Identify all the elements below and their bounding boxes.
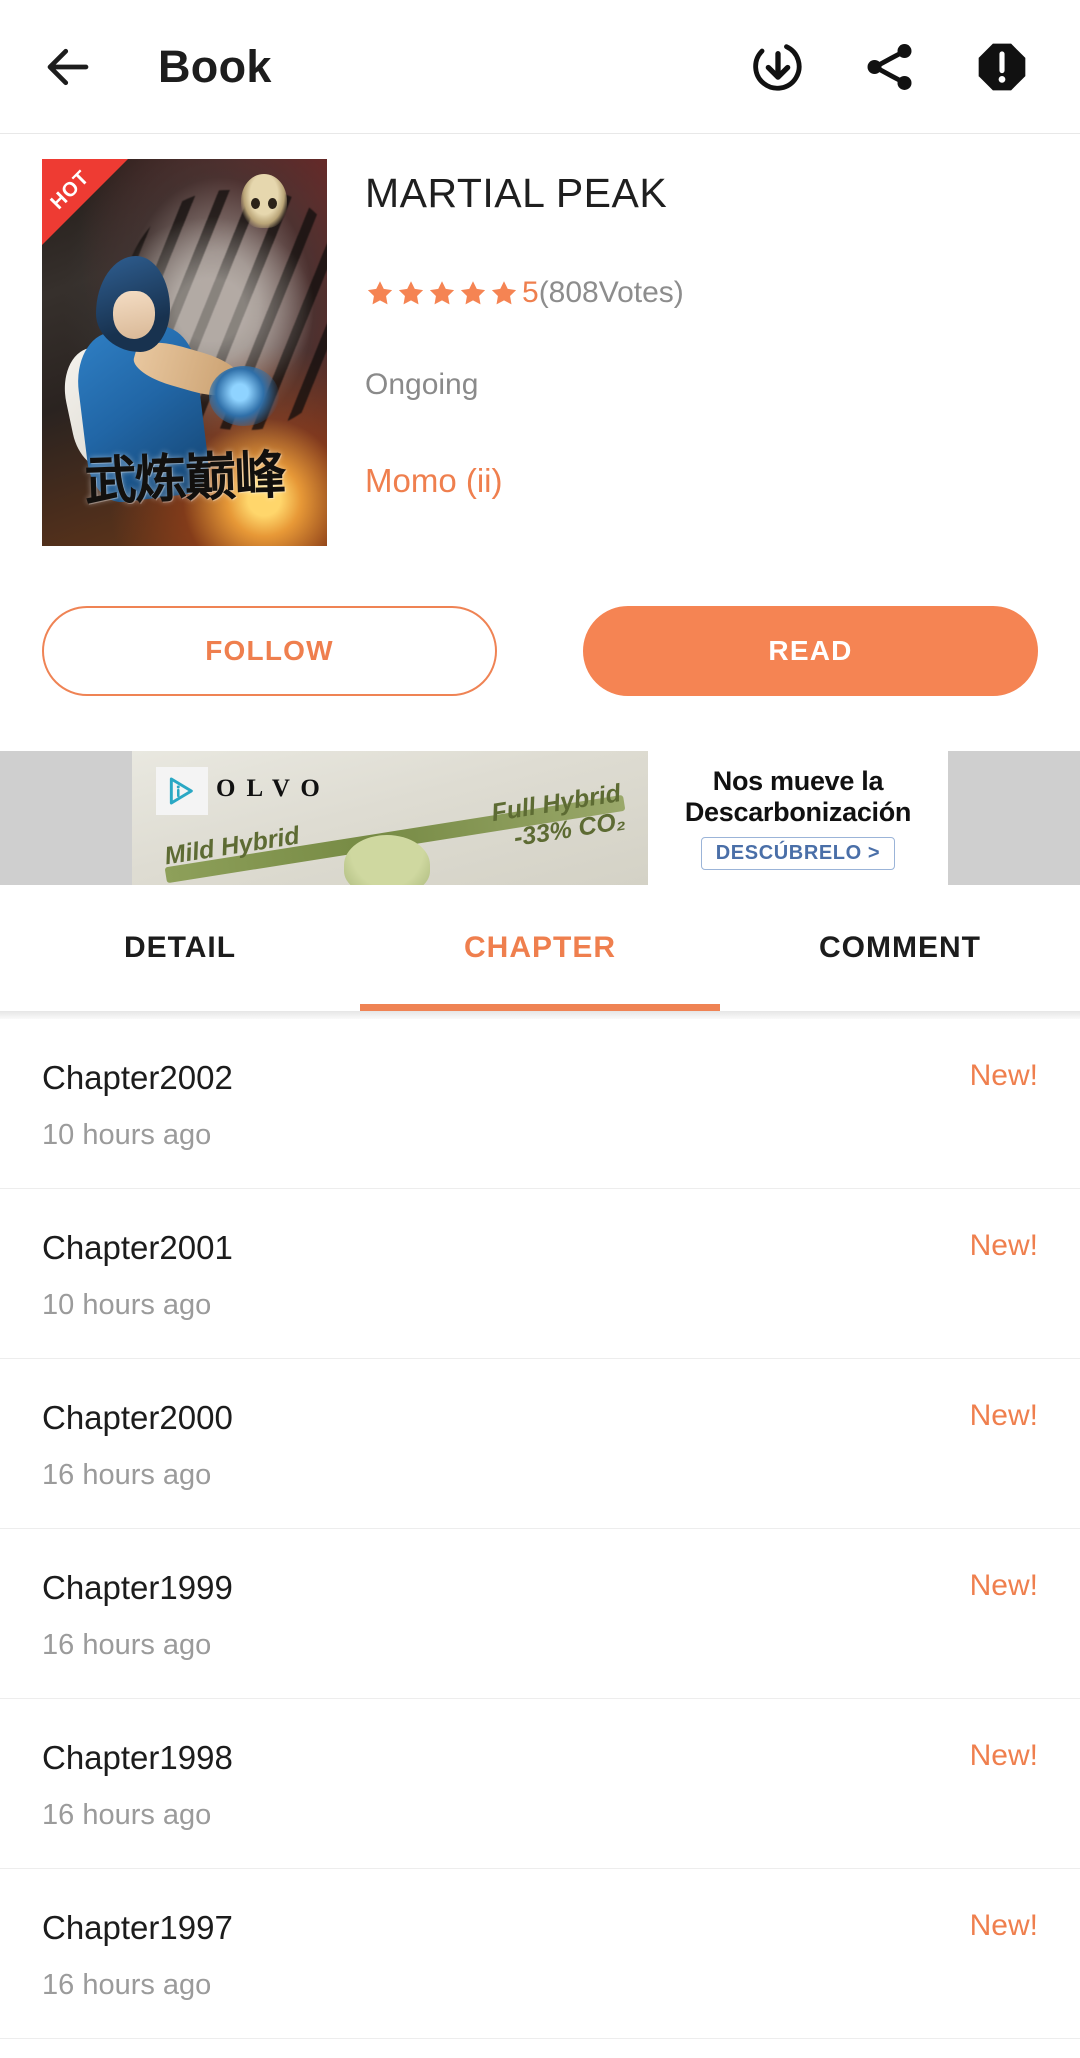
chapter-time: 10 hours ago [42, 1119, 212, 1151]
chapter-time: 16 hours ago [42, 1459, 212, 1491]
tab-detail[interactable]: DETAIL [0, 885, 360, 1011]
share-button[interactable] [860, 37, 920, 97]
chapter-header-row: Chapter2000 New! [42, 1399, 1038, 1437]
download-button[interactable] [748, 37, 808, 97]
share-icon [867, 43, 912, 90]
chapter-name: Chapter2000 [42, 1399, 233, 1436]
table-row[interactable]: Chapter1998 New! 16 hours ago [0, 1699, 1080, 1869]
status-badge: New! [969, 1229, 1038, 1262]
ad-label-full: Full Hybrid -33% CO₂ [490, 779, 628, 855]
adchoices-glyph [169, 777, 193, 805]
back-arrow-icon [47, 48, 89, 85]
ad-banner[interactable]: OLVO Mild Hybrid Full Hybrid -33% CO₂ No… [0, 751, 1080, 885]
star-icon [367, 281, 393, 305]
download-icon [753, 43, 802, 91]
rating-score: 5 [522, 276, 539, 309]
table-row[interactable]: Chapter1997 New! 16 hours ago [0, 1869, 1080, 2039]
chapter-time: 16 hours ago [42, 1799, 212, 1831]
report-button[interactable] [972, 37, 1032, 97]
adchoices-icon[interactable] [156, 767, 208, 815]
book-cover[interactable]: 武炼巅峰 HOT [42, 159, 327, 546]
status-badge: New! [969, 1399, 1038, 1432]
back-button[interactable] [20, 19, 116, 115]
ad-left-filler [0, 751, 132, 885]
chapter-list: Chapter2002 New! 10 hours ago Chapter200… [0, 1019, 1080, 2039]
status-badge: New! [969, 1569, 1038, 1602]
ad-right-filler [948, 751, 1080, 885]
chapter-time: 16 hours ago [42, 1969, 212, 2001]
ad-brand-name: OLVO [216, 775, 331, 802]
cover-energy-orb [208, 366, 279, 427]
tab-comment[interactable]: COMMENT [720, 885, 1080, 1011]
page-title: Book [158, 40, 272, 92]
chapter-name: Chapter2001 [42, 1229, 233, 1266]
chapter-name: Chapter1998 [42, 1739, 233, 1776]
rating-row: 5 (808Votes) [365, 276, 1080, 310]
status-badge: New! [969, 1739, 1038, 1772]
author-link[interactable]: Momo (ii) [365, 462, 1080, 500]
ad-content: OLVO Mild Hybrid Full Hybrid -33% CO₂ No… [132, 751, 948, 885]
table-row[interactable]: Chapter2000 New! 16 hours ago [0, 1359, 1080, 1529]
chapter-time: 10 hours ago [42, 1289, 212, 1321]
book-info-section: 武炼巅峰 HOT MARTIAL PEAK 5 (808Votes) Ongoi… [0, 134, 1080, 546]
table-row[interactable]: Chapter1999 New! 16 hours ago [0, 1529, 1080, 1699]
chapter-header-row: Chapter2001 New! [42, 1229, 1038, 1267]
ad-headline-line1: Nos mueve la [712, 766, 884, 797]
header-actions [748, 37, 1032, 97]
read-button[interactable]: READ [583, 606, 1038, 696]
ad-seesaw-fulcrum [343, 835, 430, 885]
ad-image: OLVO Mild Hybrid Full Hybrid -33% CO₂ [132, 751, 648, 885]
status-badge: New! [969, 1059, 1038, 1092]
ad-headline: Nos mueve la Descarbonización [684, 766, 912, 827]
action-buttons: FOLLOW READ [0, 546, 1080, 696]
cover-hero-face [113, 290, 156, 339]
chapter-name: Chapter1999 [42, 1569, 233, 1606]
tab-chapter[interactable]: CHAPTER [360, 885, 720, 1011]
book-detail-screen: Book 武炼巅峰 HOT MARTIAL PEAK 5 (808Votes) … [0, 0, 1080, 2058]
chapter-header-row: Chapter2002 New! [42, 1059, 1038, 1097]
star-rating[interactable] [365, 278, 520, 308]
chapter-time: 16 hours ago [42, 1629, 212, 1661]
star-icon [460, 281, 486, 305]
chapter-header-row: Chapter1997 New! [42, 1909, 1038, 1947]
ad-copy: Nos mueve la Descarbonización DESCÚBRELO… [648, 751, 948, 885]
chapter-header-row: Chapter1999 New! [42, 1569, 1038, 1607]
star-icon [429, 281, 455, 305]
rating-votes: (808Votes) [538, 276, 684, 309]
tabs-divider [0, 1011, 1080, 1019]
table-row[interactable]: Chapter2001 New! 10 hours ago [0, 1189, 1080, 1359]
app-header: Book [0, 0, 1080, 134]
table-row[interactable]: Chapter2002 New! 10 hours ago [0, 1019, 1080, 1189]
cover-chinese-title: 武炼巅峰 [83, 444, 286, 512]
chapter-name: Chapter2002 [42, 1059, 233, 1096]
content-tabs: DETAIL CHAPTER COMMENT [0, 885, 1080, 1011]
chapter-header-row: Chapter1998 New! [42, 1739, 1038, 1777]
star-icon [398, 281, 424, 305]
serialization-status: Ongoing [365, 368, 479, 401]
cover-skull [241, 174, 288, 229]
status-badge: New! [969, 1909, 1038, 1942]
book-meta: MARTIAL PEAK 5 (808Votes) Ongoing Momo (… [327, 159, 1080, 546]
chapter-name: Chapter1997 [42, 1909, 233, 1946]
report-icon [978, 43, 1026, 90]
book-title: MARTIAL PEAK [365, 170, 668, 216]
ad-headline-line2: Descarbonización [684, 796, 912, 827]
follow-button[interactable]: FOLLOW [42, 606, 497, 696]
star-icon [491, 281, 517, 305]
ad-cta-button[interactable]: DESCÚBRELO > [700, 836, 896, 870]
